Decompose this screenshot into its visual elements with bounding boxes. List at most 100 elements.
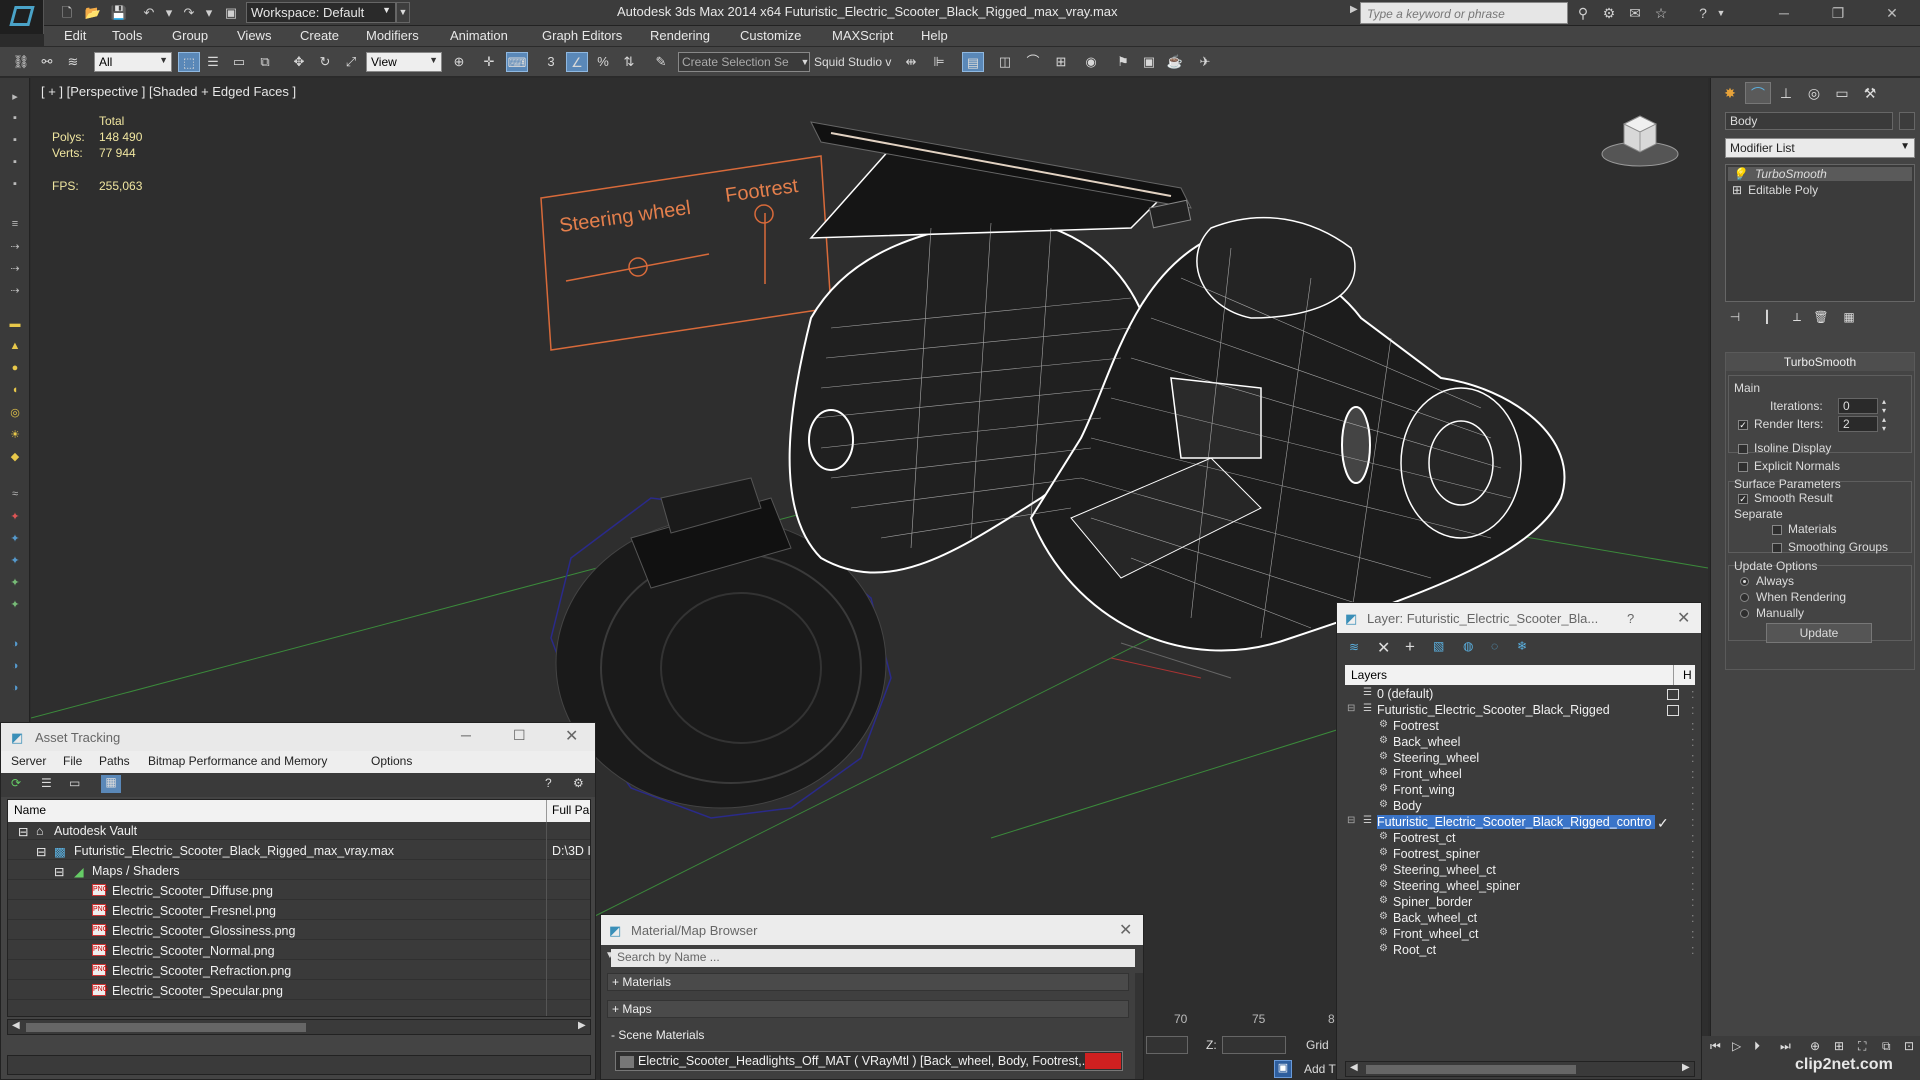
move-icon[interactable]: ✥	[288, 52, 310, 72]
viewcube[interactable]	[1599, 110, 1681, 168]
viewport-label[interactable]: [ + ] [Perspective ] [Shaded + Edged Fac…	[41, 84, 296, 99]
close-button[interactable]: ✕	[1677, 608, 1690, 628]
render-iters-spinner[interactable]: 2	[1838, 416, 1878, 432]
object-color-swatch[interactable]	[1899, 112, 1915, 130]
layer-row[interactable]: ⚙ Steering_wheel:	[1345, 751, 1695, 767]
column-hide-header[interactable]: H	[1683, 668, 1692, 682]
layer-row[interactable]: ⚙ Body:	[1345, 799, 1695, 815]
menu-paths[interactable]: Paths	[99, 754, 130, 768]
undo-icon[interactable]: ↶	[140, 4, 158, 21]
add-time-tag-label[interactable]: Add T	[1304, 1062, 1336, 1076]
iterations-spinner[interactable]: 0	[1838, 398, 1878, 414]
configure-modifier-sets-icon[interactable]: ▦	[1839, 310, 1859, 328]
menu-options[interactable]: Options	[371, 754, 412, 768]
scene-material-item[interactable]: Electric_Scooter_Headlights_Off_MAT ( VR…	[615, 1051, 1123, 1071]
menu-group[interactable]: Group	[172, 28, 208, 43]
go-to-start-icon[interactable]: ⏮	[1710, 1039, 1721, 1054]
utilities-tab-icon[interactable]: ⚒	[1857, 82, 1883, 104]
squid-studio-label[interactable]: Squid Studio v	[814, 55, 891, 69]
minimize-button[interactable]: ─	[1762, 1, 1806, 25]
select-by-name-icon[interactable]: ☰	[202, 52, 224, 72]
bind-spacewarp-icon[interactable]: ≋	[62, 52, 84, 72]
maximize-button[interactable]: ❐	[1816, 1, 1860, 25]
menu-help[interactable]: Help	[921, 28, 948, 43]
add-layer-icon[interactable]: +	[1405, 637, 1415, 657]
menu-server[interactable]: Server	[11, 754, 46, 768]
layer-row[interactable]: ⚙ Spiner_border:	[1345, 895, 1695, 911]
stack-item-turbosmooth[interactable]: 💡 TurboSmooth	[1728, 167, 1912, 181]
layer-row[interactable]: ⚙ Front_wing:	[1345, 783, 1695, 799]
strip-tool-icon[interactable]: ⇢	[7, 262, 23, 276]
maximize-button[interactable]: ☐	[513, 727, 526, 744]
rectangular-selection-icon[interactable]: ▭	[228, 52, 250, 72]
strip-tool-icon[interactable]: ⇢	[7, 284, 23, 298]
scene-materials-category[interactable]: - Scene Materials	[607, 1027, 1129, 1045]
column-path-header[interactable]: Full Pa	[552, 803, 589, 817]
menu-modifiers[interactable]: Modifiers	[366, 28, 419, 43]
zoom-extents-icon[interactable]: ⛶	[1858, 1039, 1866, 1054]
new-file-icon[interactable]: 🗋	[58, 4, 76, 21]
maps-category[interactable]: + Maps	[607, 1000, 1129, 1018]
menu-graph-editors[interactable]: Graph Editors	[542, 28, 622, 43]
refresh-icon[interactable]: ⟳	[11, 776, 21, 790]
current-layer-check-icon[interactable]: ✓	[1657, 815, 1669, 832]
menu-animation[interactable]: Animation	[450, 28, 508, 43]
strip-tool-icon[interactable]: ◑	[7, 638, 23, 652]
binoculars-icon[interactable]: ⚲	[1574, 4, 1592, 22]
table-row[interactable]: PNG Electric_Scooter_Glossiness.png	[8, 924, 590, 940]
menu-views[interactable]: Views	[237, 28, 271, 43]
strip-tool-icon[interactable]: ✦	[7, 510, 23, 524]
layer-explorer-icon[interactable]: ◫	[994, 52, 1016, 72]
modifier-list-dropdown[interactable]: Modifier List ▼	[1725, 138, 1915, 158]
quick-access-dropdown[interactable]: ▼	[396, 2, 410, 23]
list-view-icon[interactable]: ☰	[41, 776, 52, 790]
layer-row[interactable]: ☰ 0 (default) :	[1345, 687, 1695, 703]
explicit-normals-checkbox[interactable]	[1738, 462, 1748, 472]
layer-row[interactable]: ⚙ Steering_wheel_ct:	[1345, 863, 1695, 879]
hide-toggle[interactable]	[1667, 705, 1679, 716]
close-button[interactable]: ✕	[1870, 1, 1914, 25]
curve-editor-icon[interactable]: ⌒	[1022, 52, 1044, 72]
table-row[interactable]: PNG Electric_Scooter_Normal.png	[8, 944, 590, 960]
edit-named-selection-icon[interactable]: ✎	[650, 52, 672, 72]
update-rendering-radio[interactable]	[1740, 593, 1749, 602]
table-row[interactable]: ⊟ ⌂ Autodesk Vault	[8, 824, 590, 840]
remove-modifier-icon[interactable]: 🗑	[1811, 310, 1831, 328]
project-folder-icon[interactable]: ▣	[222, 4, 240, 21]
layer-row[interactable]: ⚙ Footrest:	[1345, 719, 1695, 735]
delete-layer-icon[interactable]: ✕	[1377, 638, 1390, 658]
rotate-icon[interactable]: ↻	[314, 52, 336, 72]
vertical-scrollbar[interactable]	[1135, 973, 1143, 1079]
isoline-display-checkbox[interactable]	[1738, 444, 1748, 454]
render-iters-checkbox[interactable]: ✓	[1738, 420, 1748, 430]
minimize-button[interactable]: ─	[461, 727, 471, 743]
help-dropdown-icon[interactable]: ▼	[1712, 4, 1730, 22]
key-filters-icon[interactable]: ▣	[1274, 1060, 1292, 1078]
expand-plus-icon[interactable]: ⊞	[1732, 183, 1742, 197]
angle-snap-icon[interactable]: ∠	[566, 52, 588, 72]
sphere-primitive-icon[interactable]: ●	[7, 362, 23, 376]
collapse-icon[interactable]: ⊟	[1347, 815, 1355, 826]
plane-primitive-icon[interactable]: ◆	[7, 450, 23, 464]
strip-tool-icon[interactable]: ◑	[7, 682, 23, 696]
make-unique-icon[interactable]: ⟂	[1787, 310, 1807, 328]
unlink-icon[interactable]: ⚯	[36, 52, 58, 72]
asset-tracking-titlebar[interactable]: ◩ Asset Tracking ─ ☐ ✕	[1, 723, 595, 751]
layer-explorer-titlebar[interactable]: ◩ Layer: Futuristic_Electric_Scooter_Bla…	[1337, 603, 1701, 633]
toggle-scene-explorer-icon[interactable]: ▤	[962, 52, 984, 72]
help-icon[interactable]: ?	[1694, 4, 1712, 22]
help-button[interactable]: ?	[1627, 611, 1634, 626]
spinner-snap-icon[interactable]: ⇅	[618, 52, 640, 72]
layer-row[interactable]: ⚙ Footrest_spiner:	[1345, 847, 1695, 863]
z-coord-field[interactable]	[1222, 1036, 1286, 1054]
help-icon[interactable]: ?	[545, 776, 552, 790]
y-coord-field[interactable]	[1146, 1036, 1188, 1054]
column-name-header[interactable]: Name	[14, 803, 46, 817]
window-crossing-icon[interactable]: ⧉	[254, 52, 276, 72]
add-to-layer-icon[interactable]: ▧	[1433, 639, 1444, 653]
layer-row-selected[interactable]: ⊟ ☰ Futuristic_Electric_Scooter_Black_Ri…	[1345, 815, 1695, 831]
render-setup-icon[interactable]: ⚑	[1112, 52, 1134, 72]
layer-row[interactable]: ⚙ Back_wheel_ct:	[1345, 911, 1695, 927]
spinner-arrows-icon[interactable]: ▴ ▾	[1882, 415, 1886, 433]
table-row[interactable]: ⊟ ◢ Maps / Shaders	[8, 864, 590, 880]
